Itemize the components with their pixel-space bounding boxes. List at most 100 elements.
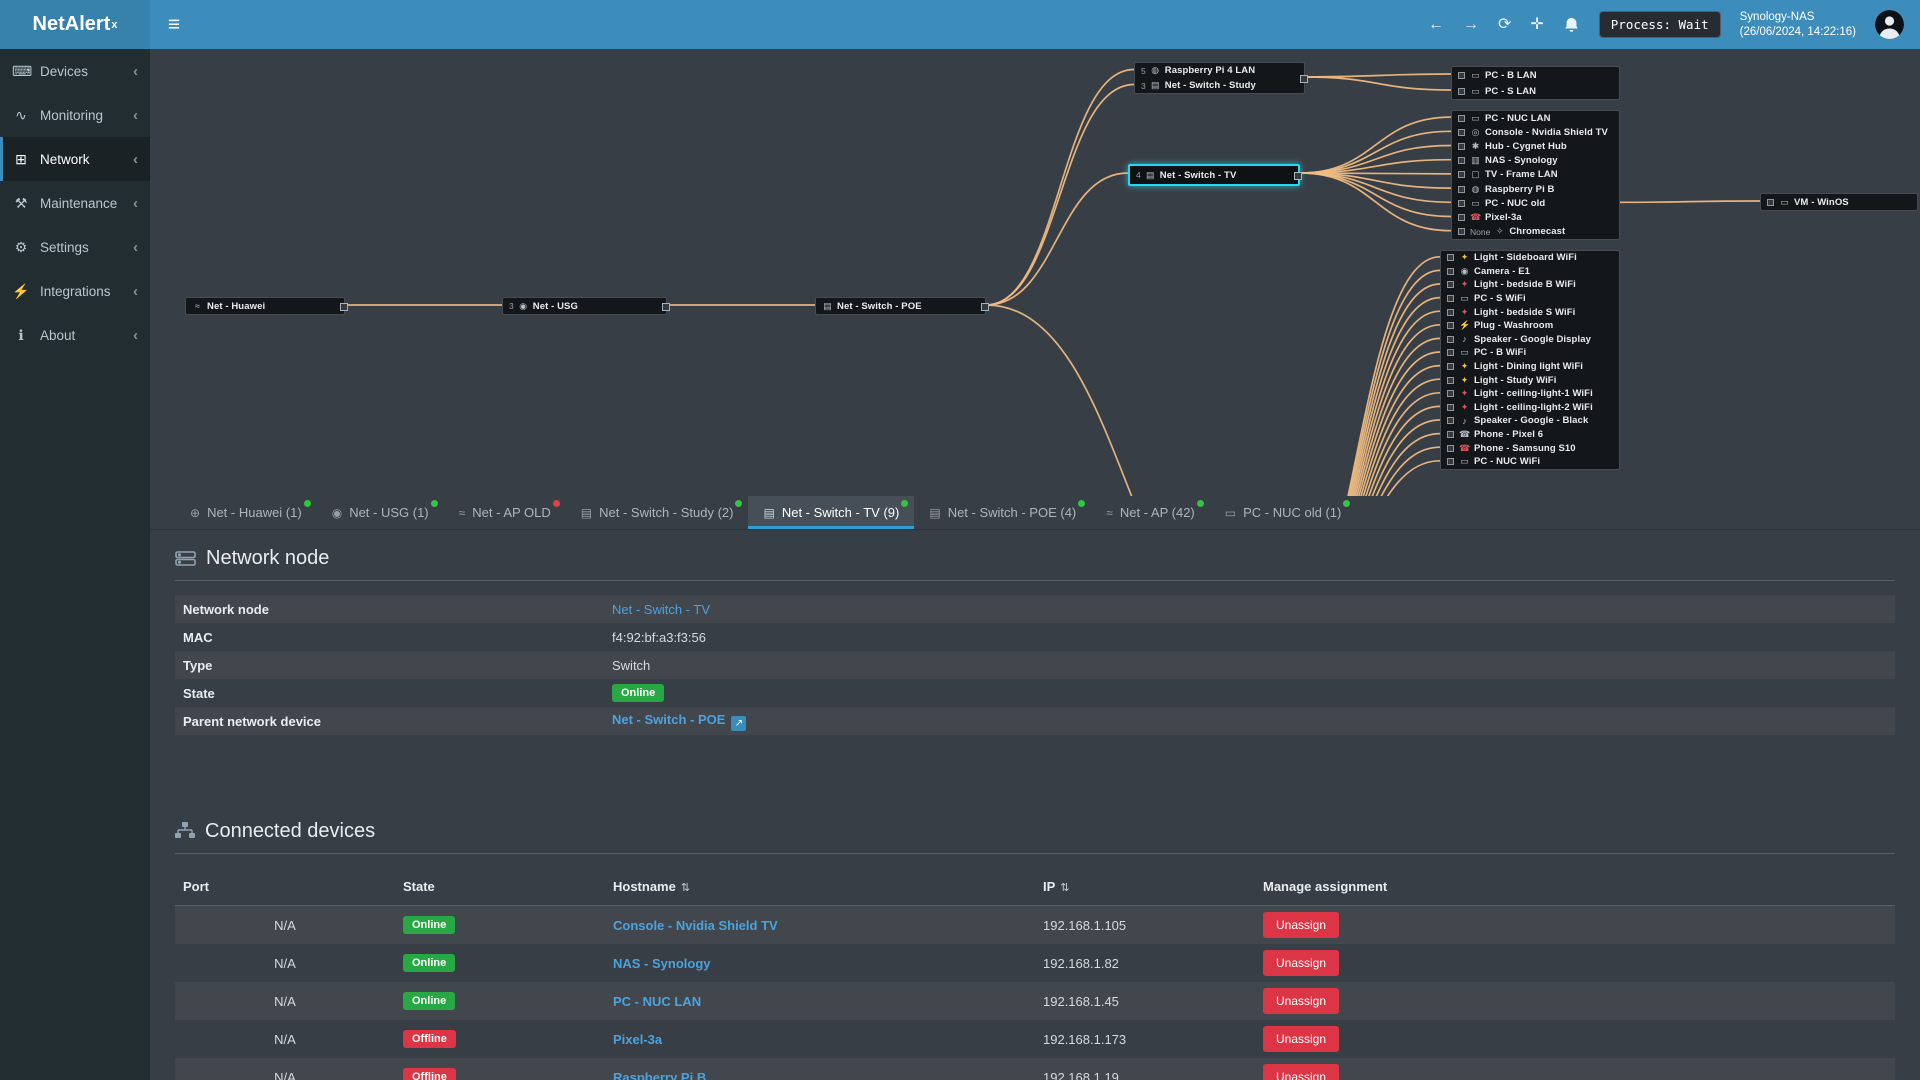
tab-net-usg-1-[interactable]: ◉ Net - USG (1): [317, 496, 444, 529]
diagram-device-row[interactable]: ▭ PC - B LAN: [1452, 67, 1619, 83]
kv-label: Network node: [183, 601, 269, 617]
sidebar-item-settings[interactable]: ⚙ Settings ‹: [0, 225, 150, 269]
forward-arrow-icon[interactable]: →: [1463, 16, 1479, 33]
sidebar-item-network[interactable]: ⊞ Network ‹: [0, 137, 150, 181]
diagram-device-row[interactable]: None ✧ Chromecast: [1452, 225, 1619, 239]
sidebar-item-devices[interactable]: ⌨ Devices ‹: [0, 49, 150, 93]
hostname-link[interactable]: Console - Nvidia Shield TV: [613, 918, 778, 933]
diagram-device-row[interactable]: ☎ Phone - Samsung S10: [1441, 441, 1619, 455]
diagram-device-row[interactable]: ◍ Raspberry Pi B: [1452, 182, 1619, 196]
tab-net-switch-study-2-[interactable]: ▤ Net - Switch - Study (2): [566, 496, 749, 529]
diagram-device-row[interactable]: ▭ PC - NUC old: [1452, 196, 1619, 210]
diagram-device-row[interactable]: ▭ PC - S WiFi: [1441, 292, 1619, 306]
diagram-device-row[interactable]: ▥ NAS - Synology: [1452, 154, 1619, 168]
unassign-button[interactable]: Unassign: [1263, 1026, 1340, 1052]
diagram-node-poe[interactable]: ▤ Net - Switch - POE: [815, 297, 989, 315]
diagram-node-usg[interactable]: 3 ◉ Net - USG: [502, 297, 670, 315]
unassign-button[interactable]: Unassign: [1263, 950, 1340, 976]
brand-logo[interactable]: NetAlert x: [0, 0, 150, 49]
unassign-button[interactable]: Unassign: [1263, 1064, 1340, 1080]
diagram-device-row[interactable]: ▭ PC - NUC WiFi: [1441, 455, 1619, 469]
content: Network node Network node Net - Switch - …: [150, 530, 1920, 1080]
sidebar-item-maintenance[interactable]: ⚒ Maintenance ‹: [0, 181, 150, 225]
sort-icon[interactable]: ⇅: [681, 882, 690, 894]
diagram-device-row[interactable]: ✦ Light - Sideboard WiFi: [1441, 251, 1619, 265]
diagram-node-huawei[interactable]: ≈ Net - Huawei: [185, 297, 348, 315]
diagram-device-row[interactable]: 5 ◍ Raspberry Pi 4 LAN: [1135, 63, 1304, 78]
diagram-node-tv[interactable]: 4 ▤ Net - Switch - TV: [1128, 164, 1302, 186]
diagram-node-grpB[interactable]: ▭ PC - NUC LAN ◎ Console - Nvidia Shield TV…: [1451, 110, 1620, 240]
hostname-link[interactable]: NAS - Synology: [613, 956, 711, 971]
diagram-device-row[interactable]: ✦ Light - ceiling-light-2 WiFi: [1441, 401, 1619, 415]
diagram-device-row[interactable]: ✱ Hub - Cygnet Hub: [1452, 139, 1619, 153]
back-arrow-icon[interactable]: ←: [1428, 16, 1444, 33]
diagram-device-row[interactable]: ▤ Net - Switch - POE: [816, 298, 985, 314]
column-header-ip[interactable]: IP ⇅: [1035, 879, 1255, 894]
diagram-device-row[interactable]: ✦ Light - Study WiFi: [1441, 373, 1619, 387]
refresh-icon[interactable]: ⟳: [1498, 16, 1511, 33]
diagram-node-grpC[interactable]: ✦ Light - Sideboard WiFi ◉ Camera - E1 ✦ Ligh…: [1440, 250, 1620, 470]
diagram-node-vm[interactable]: ▭ VM - WinOS: [1760, 193, 1918, 211]
state-cell: Online: [395, 992, 605, 1010]
menu-toggle-button[interactable]: ≡: [150, 0, 198, 49]
device-label: Light - ceiling-light-1 WiFi: [1474, 388, 1593, 400]
diagram-device-row[interactable]: ☎ Pixel-3a: [1452, 210, 1619, 224]
hostname-cell: Raspberry Pi B: [605, 1070, 1035, 1080]
column-header-hostname[interactable]: Hostname ⇅: [605, 879, 1035, 894]
move-icon[interactable]: ✛: [1530, 16, 1543, 33]
diagram-device-row[interactable]: ♪ Speaker - Google Display: [1441, 333, 1619, 347]
diagram-device-row[interactable]: ◉ Camera - E1: [1441, 265, 1619, 279]
tab-net-ap-42-[interactable]: ≈ Net - AP (42): [1091, 496, 1210, 529]
diagram-device-row[interactable]: ☎ Phone - Pixel 6: [1441, 428, 1619, 442]
pc-icon: ▭: [1471, 69, 1480, 80]
diagram-device-row[interactable]: 3 ◉ Net - USG: [503, 298, 666, 314]
table-row: N/A Online PC - NUC LAN 192.168.1.45 Unassig…: [175, 982, 1895, 1020]
hostname-link[interactable]: PC - NUC LAN: [613, 994, 701, 1009]
sort-icon[interactable]: ⇅: [1060, 882, 1069, 894]
diagram-device-row[interactable]: ✦ Light - bedside S WiFi: [1441, 305, 1619, 319]
diagram-device-row[interactable]: ✦ Light - Dining light WiFi: [1441, 360, 1619, 374]
hostname-link[interactable]: Pixel-3a: [613, 1032, 662, 1047]
node-link[interactable]: Net - Switch - TV: [612, 602, 710, 617]
diagram-device-row[interactable]: ♪ Speaker - Google - Black: [1441, 414, 1619, 428]
unassign-button[interactable]: Unassign: [1263, 988, 1340, 1014]
tab-net-switch-poe-4-[interactable]: ▤ Net - Switch - POE (4): [914, 496, 1091, 529]
diagram-device-row[interactable]: ▭ VM - WinOS: [1761, 194, 1917, 210]
notifications-button[interactable]: [1563, 16, 1580, 34]
unassign-button[interactable]: Unassign: [1263, 912, 1340, 938]
tab-net-huawei-1-[interactable]: ⊕ Net - Huawei (1): [175, 496, 317, 529]
diagram-device-row[interactable]: ⚡ Plug - Washroom: [1441, 319, 1619, 333]
connected-devices-section-header: Connected devices: [175, 819, 1895, 843]
divider: [175, 580, 1895, 581]
tab-net-ap-old[interactable]: ≈ Net - AP OLD: [444, 496, 566, 529]
diagram-device-row[interactable]: ▭ PC - B WiFi: [1441, 346, 1619, 360]
external-link-icon[interactable]: ↗: [731, 715, 747, 731]
network-diagram: ≈ Net - Huawei 3 ◉ Net - USG ▤ Net - Switch - …: [150, 49, 1920, 496]
diagram-device-row[interactable]: ▢ TV - Frame LAN: [1452, 168, 1619, 182]
device-label: Hub - Cygnet Hub: [1485, 140, 1567, 152]
diagram-device-row[interactable]: ✦ Light - bedside B WiFi: [1441, 278, 1619, 292]
diagram-device-row[interactable]: 4 ▤ Net - Switch - TV: [1130, 166, 1298, 184]
diagram-device-row[interactable]: ≈ Net - Huawei: [186, 298, 344, 314]
avatar[interactable]: [1875, 10, 1904, 39]
tab-net-switch-tv-9-[interactable]: ▤ Net - Switch - TV (9): [748, 496, 915, 529]
diagram-device-row[interactable]: ✦ Light - ceiling-light-1 WiFi: [1441, 387, 1619, 401]
diagram-device-row[interactable]: ◎ Console - Nvidia Shield TV: [1452, 125, 1619, 139]
hostname-link[interactable]: Raspberry Pi B: [613, 1070, 706, 1080]
sidebar-item-about[interactable]: ℹ About ‹: [0, 313, 150, 357]
diagram-device-row[interactable]: ▭ PC - S LAN: [1452, 83, 1619, 99]
tab-label: Net - Switch - POE (4): [947, 505, 1077, 520]
sidebar-item-monitoring[interactable]: ∿ Monitoring ‹: [0, 93, 150, 137]
diagram-node-grpA[interactable]: ▭ PC - B LAN ▭ PC - S LAN: [1451, 66, 1620, 100]
diagram-device-row[interactable]: 3 ▤ Net - Switch - Study: [1135, 78, 1304, 93]
tab-pc-nuc-old-1-[interactable]: ▭ PC - NUC old (1): [1210, 496, 1357, 529]
device-label: Net - Switch - Study: [1164, 80, 1256, 91]
sidebar-item-integrations[interactable]: ⚡ Integrations ‹: [0, 269, 150, 313]
node-link[interactable]: Net - Switch - POE: [612, 712, 725, 727]
network-node-table: Network node Net - Switch - TV MAC f4:92:bf…: [175, 595, 1895, 735]
process-status-badge[interactable]: Process: Wait: [1598, 11, 1721, 38]
table-row: N/A Online NAS - Synology 192.168.1.82 Unass…: [175, 944, 1895, 982]
diagram-node-study[interactable]: 5 ◍ Raspberry Pi 4 LAN 3 ▤ Net - Switch - Stu…: [1134, 62, 1308, 94]
diagram-device-row[interactable]: ▭ PC - NUC LAN: [1452, 111, 1619, 125]
pc-icon: ▭: [1460, 347, 1469, 358]
